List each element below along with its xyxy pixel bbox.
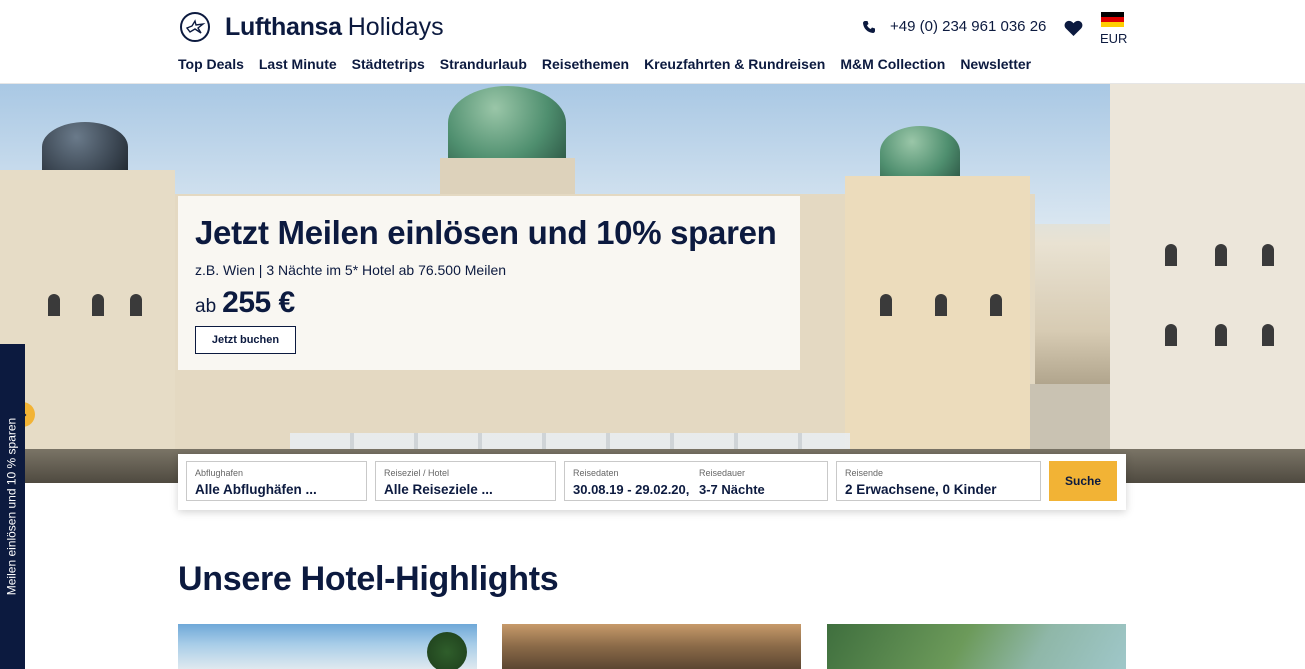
section-title: Unsere Hotel-Highlights [178, 560, 559, 598]
heart-icon[interactable] [1064, 20, 1083, 37]
brand-subtitle: Holidays [347, 12, 444, 41]
book-now-button[interactable]: Jetzt buchen [195, 326, 296, 354]
dates-field[interactable]: Reisedaten 30.08.19 - 29.02.20, Reisedau… [564, 461, 828, 501]
phone-contact[interactable]: +49 (0) 234 961 036 26 [862, 18, 1046, 35]
hero-dome-right [880, 126, 960, 178]
nav-staedtetrips[interactable]: Städtetrips [352, 56, 425, 72]
price-amount: 255 € [222, 286, 295, 319]
departure-field[interactable]: Abflughafen Alle Abflughäfen ... [186, 461, 367, 501]
duration-value: 3-7 Nächte [699, 482, 765, 497]
nav-strandurlaub[interactable]: Strandurlaub [440, 56, 527, 72]
departure-label: Abflughafen [195, 468, 244, 478]
nav-mm-collection[interactable]: M&M Collection [840, 56, 945, 72]
logo[interactable]: Lufthansa Holidays [180, 12, 444, 42]
departure-value: Alle Abflughäfen ... [195, 482, 317, 497]
card-image [427, 632, 467, 669]
hero-street-building [1030, 384, 1110, 450]
nav-top-deals[interactable]: Top Deals [178, 56, 244, 72]
nav-kreuzfahrten[interactable]: Kreuzfahrten & Rundreisen [644, 56, 825, 72]
destination-label: Reiseziel / Hotel [384, 468, 450, 478]
hero-building-far-right [1110, 84, 1305, 450]
currency-selector[interactable]: EUR [1100, 31, 1127, 46]
brand-name: Lufthansa [225, 12, 342, 41]
hotel-card[interactable] [827, 624, 1126, 669]
phone-number: +49 (0) 234 961 036 26 [890, 18, 1047, 35]
germany-flag-icon[interactable] [1101, 12, 1124, 27]
nav-newsletter[interactable]: Newsletter [960, 56, 1031, 72]
hero-dome-left [42, 122, 128, 172]
main-nav: Top Deals Last Minute Städtetrips Strand… [178, 56, 1046, 72]
hotel-card[interactable] [178, 624, 477, 669]
nav-last-minute[interactable]: Last Minute [259, 56, 337, 72]
search-button[interactable]: Suche [1049, 461, 1117, 501]
nav-reisethemen[interactable]: Reisethemen [542, 56, 629, 72]
travellers-label: Reisende [845, 468, 884, 478]
travellers-value: 2 Erwachsene, 0 Kinder [845, 482, 997, 497]
phone-icon [863, 20, 875, 33]
price-prefix: ab [195, 296, 217, 317]
destination-field[interactable]: Reiseziel / Hotel Alle Reiseziele ... [375, 461, 556, 501]
lufthansa-crane-icon [180, 12, 210, 42]
dates-label: Reisedaten [573, 468, 619, 478]
promo-title: Jetzt Meilen einlösen und 10% sparen [195, 214, 777, 251]
hero-dome-center [448, 86, 566, 160]
duration-label: Reisedauer [699, 468, 746, 478]
promo-subtitle: z.B. Wien | 3 Nächte im 5* Hotel ab 76.5… [195, 262, 507, 278]
destination-value: Alle Reiseziele ... [384, 482, 493, 497]
side-tab-label: Meilen einlösen und 10 % sparen [4, 417, 19, 596]
promo-price: ab 255 € [195, 286, 295, 320]
travellers-field[interactable]: Reisende 2 Erwachsene, 0 Kinder [836, 461, 1041, 501]
hotel-card[interactable] [502, 624, 801, 669]
search-bar: Abflughafen Alle Abflughäfen ... Reisezi… [178, 454, 1126, 510]
side-promo-tab[interactable]: Meilen einlösen und 10 % sparen [0, 344, 25, 669]
promo-panel: Jetzt Meilen einlösen und 10% sparen z.B… [178, 196, 800, 370]
site-header: Lufthansa Holidays +49 (0) 234 961 036 2… [0, 0, 1305, 84]
dates-value: 30.08.19 - 29.02.20, [573, 482, 690, 497]
